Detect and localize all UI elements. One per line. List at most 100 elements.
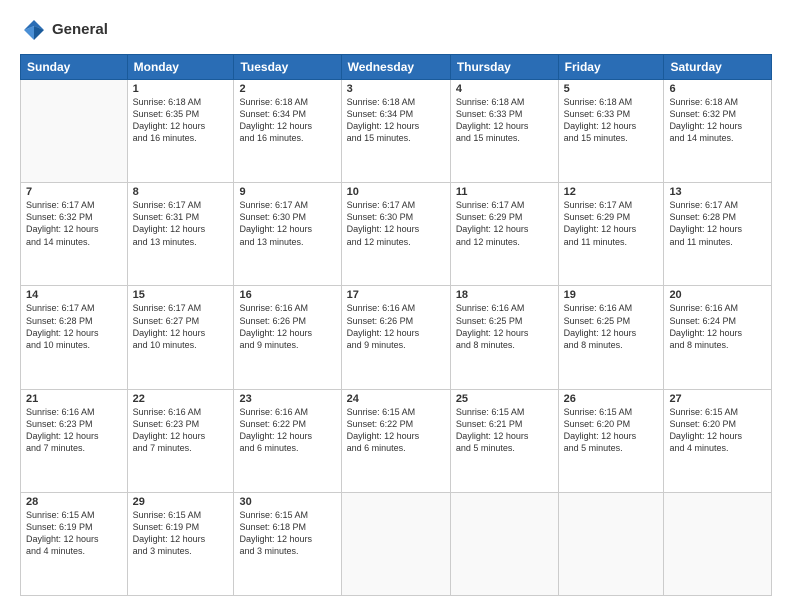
day-info: Sunrise: 6:15 AM Sunset: 6:19 PM Dayligh… bbox=[26, 509, 122, 558]
day-info: Sunrise: 6:18 AM Sunset: 6:35 PM Dayligh… bbox=[133, 96, 229, 145]
weekday-header-saturday: Saturday bbox=[664, 55, 772, 80]
day-number: 30 bbox=[239, 496, 335, 508]
day-number: 9 bbox=[239, 186, 335, 198]
weekday-header-monday: Monday bbox=[127, 55, 234, 80]
weekday-header-sunday: Sunday bbox=[21, 55, 128, 80]
day-cell: 1Sunrise: 6:18 AM Sunset: 6:35 PM Daylig… bbox=[127, 80, 234, 183]
day-info: Sunrise: 6:17 AM Sunset: 6:30 PM Dayligh… bbox=[347, 199, 445, 248]
day-number: 6 bbox=[669, 83, 766, 95]
day-info: Sunrise: 6:18 AM Sunset: 6:34 PM Dayligh… bbox=[347, 96, 445, 145]
day-number: 25 bbox=[456, 393, 553, 405]
day-info: Sunrise: 6:17 AM Sunset: 6:31 PM Dayligh… bbox=[133, 199, 229, 248]
day-number: 16 bbox=[239, 289, 335, 301]
day-number: 26 bbox=[564, 393, 659, 405]
day-cell: 5Sunrise: 6:18 AM Sunset: 6:33 PM Daylig… bbox=[558, 80, 664, 183]
day-info: Sunrise: 6:17 AM Sunset: 6:28 PM Dayligh… bbox=[669, 199, 766, 248]
day-number: 14 bbox=[26, 289, 122, 301]
day-info: Sunrise: 6:17 AM Sunset: 6:32 PM Dayligh… bbox=[26, 199, 122, 248]
day-info: Sunrise: 6:15 AM Sunset: 6:21 PM Dayligh… bbox=[456, 406, 553, 455]
day-cell: 11Sunrise: 6:17 AM Sunset: 6:29 PM Dayli… bbox=[450, 183, 558, 286]
day-cell bbox=[21, 80, 128, 183]
day-cell: 18Sunrise: 6:16 AM Sunset: 6:25 PM Dayli… bbox=[450, 286, 558, 389]
day-cell bbox=[558, 492, 664, 595]
day-cell: 3Sunrise: 6:18 AM Sunset: 6:34 PM Daylig… bbox=[341, 80, 450, 183]
day-number: 23 bbox=[239, 393, 335, 405]
day-info: Sunrise: 6:18 AM Sunset: 6:32 PM Dayligh… bbox=[669, 96, 766, 145]
week-row-3: 14Sunrise: 6:17 AM Sunset: 6:28 PM Dayli… bbox=[21, 286, 772, 389]
day-info: Sunrise: 6:17 AM Sunset: 6:29 PM Dayligh… bbox=[456, 199, 553, 248]
day-number: 11 bbox=[456, 186, 553, 198]
weekday-header-tuesday: Tuesday bbox=[234, 55, 341, 80]
day-cell: 2Sunrise: 6:18 AM Sunset: 6:34 PM Daylig… bbox=[234, 80, 341, 183]
day-cell: 15Sunrise: 6:17 AM Sunset: 6:27 PM Dayli… bbox=[127, 286, 234, 389]
day-cell bbox=[664, 492, 772, 595]
day-number: 28 bbox=[26, 496, 122, 508]
day-cell: 7Sunrise: 6:17 AM Sunset: 6:32 PM Daylig… bbox=[21, 183, 128, 286]
day-info: Sunrise: 6:18 AM Sunset: 6:34 PM Dayligh… bbox=[239, 96, 335, 145]
day-cell: 19Sunrise: 6:16 AM Sunset: 6:25 PM Dayli… bbox=[558, 286, 664, 389]
day-info: Sunrise: 6:18 AM Sunset: 6:33 PM Dayligh… bbox=[456, 96, 553, 145]
calendar-table: SundayMondayTuesdayWednesdayThursdayFrid… bbox=[20, 54, 772, 596]
day-number: 21 bbox=[26, 393, 122, 405]
day-number: 7 bbox=[26, 186, 122, 198]
day-info: Sunrise: 6:18 AM Sunset: 6:33 PM Dayligh… bbox=[564, 96, 659, 145]
day-cell bbox=[341, 492, 450, 595]
day-number: 1 bbox=[133, 83, 229, 95]
week-row-4: 21Sunrise: 6:16 AM Sunset: 6:23 PM Dayli… bbox=[21, 389, 772, 492]
day-number: 8 bbox=[133, 186, 229, 198]
day-info: Sunrise: 6:17 AM Sunset: 6:29 PM Dayligh… bbox=[564, 199, 659, 248]
logo: General bbox=[20, 16, 108, 44]
page-header: General bbox=[20, 16, 772, 44]
weekday-header-thursday: Thursday bbox=[450, 55, 558, 80]
day-number: 2 bbox=[239, 83, 335, 95]
day-info: Sunrise: 6:15 AM Sunset: 6:20 PM Dayligh… bbox=[669, 406, 766, 455]
day-number: 18 bbox=[456, 289, 553, 301]
day-cell: 26Sunrise: 6:15 AM Sunset: 6:20 PM Dayli… bbox=[558, 389, 664, 492]
day-info: Sunrise: 6:17 AM Sunset: 6:30 PM Dayligh… bbox=[239, 199, 335, 248]
day-number: 17 bbox=[347, 289, 445, 301]
day-cell: 10Sunrise: 6:17 AM Sunset: 6:30 PM Dayli… bbox=[341, 183, 450, 286]
day-info: Sunrise: 6:16 AM Sunset: 6:26 PM Dayligh… bbox=[347, 302, 445, 351]
weekday-header-wednesday: Wednesday bbox=[341, 55, 450, 80]
day-number: 10 bbox=[347, 186, 445, 198]
day-number: 4 bbox=[456, 83, 553, 95]
day-cell: 8Sunrise: 6:17 AM Sunset: 6:31 PM Daylig… bbox=[127, 183, 234, 286]
day-cell: 30Sunrise: 6:15 AM Sunset: 6:18 PM Dayli… bbox=[234, 492, 341, 595]
day-number: 24 bbox=[347, 393, 445, 405]
day-number: 3 bbox=[347, 83, 445, 95]
logo-icon bbox=[20, 16, 48, 44]
day-cell: 17Sunrise: 6:16 AM Sunset: 6:26 PM Dayli… bbox=[341, 286, 450, 389]
day-info: Sunrise: 6:16 AM Sunset: 6:26 PM Dayligh… bbox=[239, 302, 335, 351]
day-cell: 6Sunrise: 6:18 AM Sunset: 6:32 PM Daylig… bbox=[664, 80, 772, 183]
day-info: Sunrise: 6:16 AM Sunset: 6:24 PM Dayligh… bbox=[669, 302, 766, 351]
day-cell: 13Sunrise: 6:17 AM Sunset: 6:28 PM Dayli… bbox=[664, 183, 772, 286]
day-cell: 9Sunrise: 6:17 AM Sunset: 6:30 PM Daylig… bbox=[234, 183, 341, 286]
day-info: Sunrise: 6:15 AM Sunset: 6:19 PM Dayligh… bbox=[133, 509, 229, 558]
day-cell: 22Sunrise: 6:16 AM Sunset: 6:23 PM Dayli… bbox=[127, 389, 234, 492]
day-cell: 27Sunrise: 6:15 AM Sunset: 6:20 PM Dayli… bbox=[664, 389, 772, 492]
weekday-header-row: SundayMondayTuesdayWednesdayThursdayFrid… bbox=[21, 55, 772, 80]
day-cell: 24Sunrise: 6:15 AM Sunset: 6:22 PM Dayli… bbox=[341, 389, 450, 492]
day-cell: 4Sunrise: 6:18 AM Sunset: 6:33 PM Daylig… bbox=[450, 80, 558, 183]
day-info: Sunrise: 6:15 AM Sunset: 6:20 PM Dayligh… bbox=[564, 406, 659, 455]
day-number: 12 bbox=[564, 186, 659, 198]
day-number: 27 bbox=[669, 393, 766, 405]
day-cell bbox=[450, 492, 558, 595]
day-cell: 23Sunrise: 6:16 AM Sunset: 6:22 PM Dayli… bbox=[234, 389, 341, 492]
day-number: 22 bbox=[133, 393, 229, 405]
day-number: 15 bbox=[133, 289, 229, 301]
day-number: 13 bbox=[669, 186, 766, 198]
day-number: 29 bbox=[133, 496, 229, 508]
day-cell: 16Sunrise: 6:16 AM Sunset: 6:26 PM Dayli… bbox=[234, 286, 341, 389]
day-cell: 20Sunrise: 6:16 AM Sunset: 6:24 PM Dayli… bbox=[664, 286, 772, 389]
day-info: Sunrise: 6:15 AM Sunset: 6:18 PM Dayligh… bbox=[239, 509, 335, 558]
day-cell: 12Sunrise: 6:17 AM Sunset: 6:29 PM Dayli… bbox=[558, 183, 664, 286]
day-info: Sunrise: 6:16 AM Sunset: 6:23 PM Dayligh… bbox=[26, 406, 122, 455]
day-cell: 29Sunrise: 6:15 AM Sunset: 6:19 PM Dayli… bbox=[127, 492, 234, 595]
day-cell: 25Sunrise: 6:15 AM Sunset: 6:21 PM Dayli… bbox=[450, 389, 558, 492]
day-number: 19 bbox=[564, 289, 659, 301]
logo-text-line1: General bbox=[52, 22, 108, 39]
day-info: Sunrise: 6:16 AM Sunset: 6:25 PM Dayligh… bbox=[564, 302, 659, 351]
day-info: Sunrise: 6:17 AM Sunset: 6:28 PM Dayligh… bbox=[26, 302, 122, 351]
day-cell: 21Sunrise: 6:16 AM Sunset: 6:23 PM Dayli… bbox=[21, 389, 128, 492]
